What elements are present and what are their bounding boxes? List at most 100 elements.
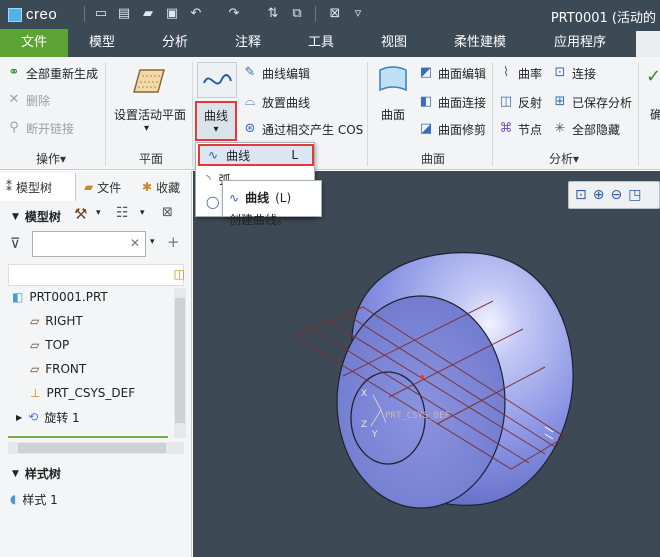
analysis-group-menu[interactable]: 分析▾	[549, 150, 579, 167]
save-icon[interactable]: ▣	[164, 5, 180, 22]
confirm-button-label[interactable]: 确	[650, 106, 660, 123]
reflection-button[interactable]: ◫ 反射	[498, 92, 542, 112]
zoom-out-icon[interactable]: ⊖	[610, 187, 622, 203]
tab-model-tree[interactable]: ⁑ 模型树	[0, 173, 76, 201]
regenerate-icon: ⚭	[8, 65, 20, 80]
style-tab-stub[interactable]	[636, 31, 660, 57]
place-curve-button[interactable]: ⌓ 放置曲线	[242, 92, 310, 112]
menu-item-curve[interactable]: ∿ 曲线 L	[198, 144, 314, 166]
curvature-button[interactable]: ⌇ 曲率	[498, 63, 542, 83]
set-active-plane-icon[interactable]	[132, 66, 166, 96]
reflection-icon: ◫	[499, 94, 513, 109]
horizontal-scrollbar[interactable]	[8, 442, 184, 454]
tab-files[interactable]: ▰ 文件	[78, 173, 132, 201]
tree-item-csys[interactable]: ⊥ PRT_CSYS_DEF	[30, 382, 135, 404]
open-folder-icon[interactable]: ▰	[140, 5, 156, 22]
title-bar: creo ▭ ▤ ▰ ▣ ↶ ↷ ⇅ ⧉ ⊠ ▿ PRT0001 (活动的	[0, 0, 660, 29]
group-divider	[492, 62, 493, 166]
style-tree-item[interactable]: ◖ 样式 1	[10, 488, 58, 510]
hide-all-button[interactable]: ✳ 全部隐藏	[552, 119, 620, 139]
tab-analysis[interactable]: 分析	[143, 29, 207, 57]
surface-trim-icon: ◪	[419, 121, 433, 136]
customize-qat-icon[interactable]: ▿	[350, 5, 366, 22]
zoom-in-icon[interactable]: ⊕	[593, 187, 605, 203]
view-toolbar: ⊡ ⊕ ⊖ ◳	[568, 181, 660, 209]
qat-divider	[315, 6, 316, 22]
datum-plane-icon: ▱	[30, 338, 40, 352]
filter-icon[interactable]: ⊽	[10, 236, 20, 252]
tree-scrollbar[interactable]	[174, 288, 186, 438]
close-window-icon[interactable]: ⊠	[327, 5, 343, 22]
folder-icon: ▰	[84, 180, 94, 194]
app-name: creo	[26, 6, 58, 23]
model-tree-header[interactable]: ▼ 模型树	[12, 208, 61, 225]
nodes-button[interactable]: ⌘ 节点	[498, 119, 543, 139]
style-icon: ◖	[10, 492, 17, 506]
show-menu-icon[interactable]: ☷	[116, 205, 129, 221]
graphics-viewport[interactable]: X Z Y PRT_CSYS_DEF	[193, 171, 660, 557]
tab-file[interactable]: 文件	[0, 29, 68, 57]
tab-model[interactable]: 模型	[70, 29, 134, 57]
repaint-icon[interactable]: ◳	[628, 187, 641, 203]
refit-icon[interactable]: ⊡	[575, 187, 587, 203]
model-view[interactable]: X Z Y PRT_CSYS_DEF	[193, 171, 660, 557]
redo-icon[interactable]: ↷	[226, 5, 242, 22]
windows-icon[interactable]: ⧉	[289, 5, 305, 22]
chevron-down-icon[interactable]: ▾	[144, 123, 149, 134]
tab-applications[interactable]: 应用程序	[540, 29, 620, 57]
chevron-down-icon[interactable]: ▾	[96, 208, 101, 218]
new-file-icon[interactable]: ▭	[93, 5, 109, 22]
tree-item-part[interactable]: ◧ PRT0001.PRT	[12, 286, 108, 308]
columns-icon[interactable]: ◫	[174, 267, 185, 281]
chevron-down-icon[interactable]: ▾	[140, 208, 145, 218]
surface-trim-button[interactable]: ◪ 曲面修剪	[418, 119, 486, 139]
curve-tool-preview[interactable]	[197, 62, 237, 98]
regen-all-button[interactable]: ⚭ 全部重新生成	[6, 63, 98, 83]
curve-icon: ∿	[208, 148, 219, 162]
style-tree-header[interactable]: ▼ 样式树	[12, 465, 61, 482]
curve-button[interactable]: 曲线 ▾	[195, 101, 237, 141]
model-tree-icon: ⁑	[6, 180, 12, 194]
front-face[interactable]	[336, 295, 506, 509]
clear-icon[interactable]: ✕	[130, 236, 140, 250]
operations-group-menu[interactable]: 操作▾	[36, 150, 66, 167]
surface-button[interactable]: 曲面	[374, 106, 412, 123]
add-icon[interactable]: +	[167, 233, 180, 251]
connect-button[interactable]: ⊡ 连接	[552, 63, 596, 83]
tab-view[interactable]: 视图	[362, 29, 426, 57]
break-link-icon: ⚲	[9, 120, 19, 135]
revolve-icon: ⟲	[28, 410, 39, 424]
intersect-icon: ⊛	[244, 121, 256, 136]
surface-connect-button[interactable]: ◧ 曲面连接	[418, 92, 486, 112]
tree-item-front[interactable]: ▱ FRONT	[30, 358, 86, 380]
scrollbar-thumb[interactable]	[18, 443, 166, 453]
chevron-down-icon: ▾	[573, 152, 580, 166]
tab-favorites[interactable]: ✱ 收藏	[136, 173, 192, 201]
tree-filter-icon[interactable]: ⊠	[162, 205, 173, 220]
surface-icon[interactable]	[376, 64, 410, 96]
undo-icon[interactable]: ↶	[188, 5, 204, 22]
surface-edit-button[interactable]: ◩ 曲面编辑	[418, 63, 486, 83]
tree-settings-icon[interactable]: ⚒	[74, 205, 87, 223]
saved-analysis-button[interactable]: ⊞ 已保存分析	[552, 92, 632, 112]
tree-item-right[interactable]: ▱ RIGHT	[30, 310, 83, 332]
open-file-icon[interactable]: ▤	[116, 5, 132, 22]
scrollbar-thumb[interactable]	[175, 298, 185, 423]
set-active-plane-button[interactable]: 设置活动平面	[112, 106, 188, 123]
delete-button[interactable]: ✕ 删除	[6, 90, 50, 110]
tree-item-top[interactable]: ▱ TOP	[30, 334, 69, 356]
curve-edit-button[interactable]: ✎ 曲线编辑	[242, 63, 310, 83]
check-icon[interactable]: ✓	[646, 66, 660, 87]
tree-item-revolve[interactable]: ▶ ⟲ 旋转 1	[16, 406, 80, 428]
search-input[interactable]: ✕	[32, 231, 146, 257]
creo-cube-icon	[8, 7, 22, 22]
tab-tools[interactable]: 工具	[289, 29, 353, 57]
chevron-down-icon[interactable]: ▾	[150, 237, 155, 247]
expand-icon: ▶	[16, 412, 23, 422]
break-link-button[interactable]: ⚲ 断开链接	[6, 118, 74, 138]
tab-annotate[interactable]: 注释	[216, 29, 280, 57]
chevron-down-icon: ▾	[60, 152, 67, 166]
regenerate-icon[interactable]: ⇅	[265, 5, 281, 22]
cos-intersect-button[interactable]: ⊛ 通过相交产生 COS	[242, 119, 364, 139]
tab-flexible-modeling[interactable]: 柔性建模	[440, 29, 520, 57]
